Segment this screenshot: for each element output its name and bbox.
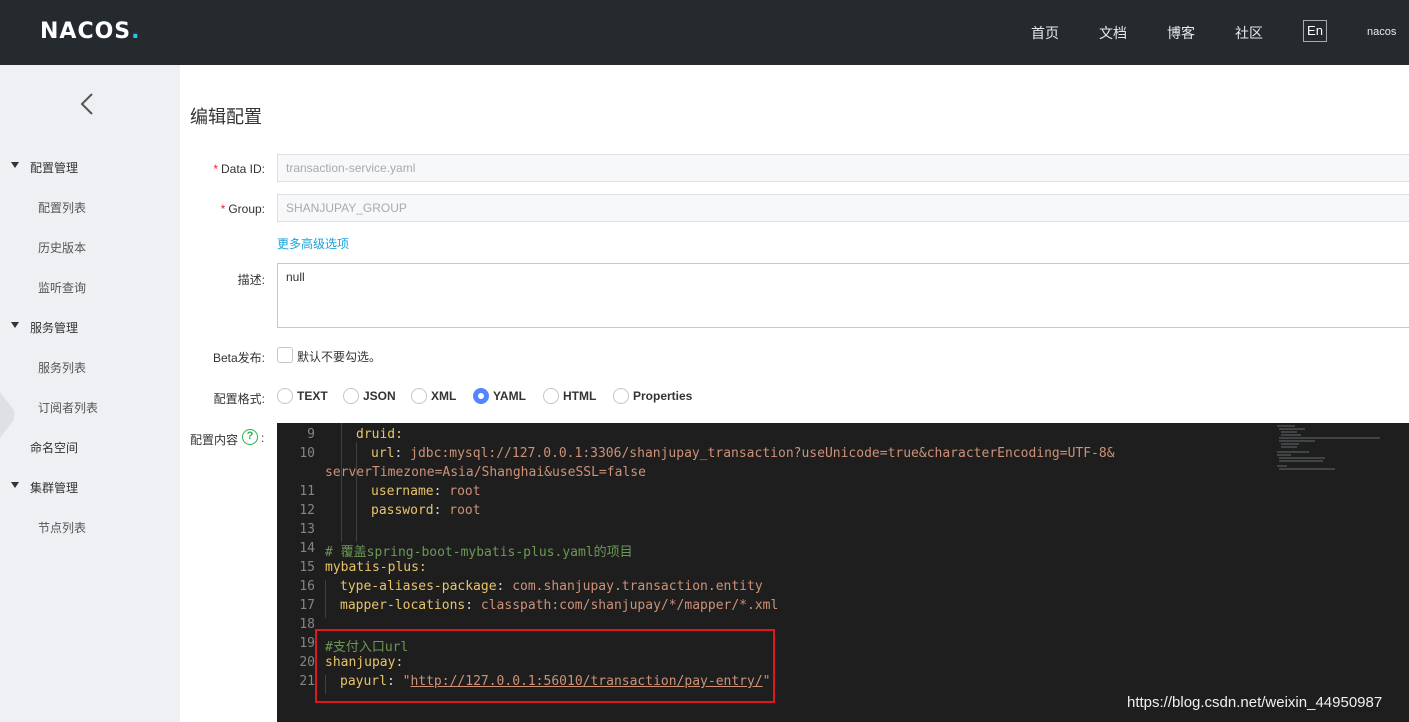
line-number: 16 — [299, 579, 315, 594]
code-comment: # 覆盖spring-boot-mybatis-plus.yaml的项目 — [325, 545, 633, 560]
beta-checkbox[interactable] — [277, 347, 293, 363]
expand-triangle-icon[interactable] — [11, 162, 19, 168]
line-number: 11 — [299, 484, 315, 499]
line-number: 18 — [299, 617, 315, 632]
content-label: 配置内容 — [190, 433, 239, 447]
nav-docs[interactable]: 文档 — [1099, 23, 1127, 43]
nacos-logo[interactable]: NACOS. — [40, 19, 141, 44]
line-number: 17 — [299, 598, 315, 613]
code-line-wrapped: serverTimezone=Asia/Shanghai&useSSL=fals… — [325, 465, 646, 480]
sidebar-item-namespace[interactable]: 命名空间 — [30, 439, 78, 456]
format-label-html: HTML — [563, 389, 597, 403]
format-radio-xml[interactable] — [411, 388, 427, 404]
format-radio-properties[interactable] — [613, 388, 629, 404]
code-line: type-aliases-package: com.shanjupay.tran… — [340, 579, 763, 594]
format-label-xml: XML — [431, 389, 457, 403]
sidebar-group-cluster[interactable]: 集群管理 — [30, 479, 78, 496]
description-label: 描述: — [237, 273, 265, 287]
beta-label: Beta发布: — [212, 351, 265, 365]
beta-checkbox-label: 默认不要勾选。 — [297, 350, 382, 364]
line-number: 20 — [299, 655, 315, 670]
highlight-box — [315, 629, 775, 703]
watermark-text: https://blog.csdn.net/weixin_44950987 — [1127, 694, 1383, 711]
sidebar-item-history[interactable]: 历史版本 — [38, 239, 86, 256]
line-number: 14 — [299, 541, 315, 556]
code-line: mybatis-plus: — [325, 560, 427, 575]
advanced-options-link[interactable]: 更多高级选项 — [277, 235, 349, 252]
indent-guide — [341, 423, 342, 542]
sidebar-item-config-list[interactable]: 配置列表 — [38, 199, 86, 216]
user-name[interactable]: nacos — [1367, 26, 1396, 38]
nav-blog[interactable]: 博客 — [1167, 23, 1195, 43]
data-id-input[interactable]: transaction-service.yaml — [277, 154, 1409, 182]
expand-triangle-icon[interactable] — [11, 322, 19, 328]
line-number: 10 — [299, 446, 315, 461]
group-label: * Group: — [220, 202, 265, 216]
sidebar-group-config[interactable]: 配置管理 — [30, 159, 78, 176]
format-radio-json[interactable] — [343, 388, 359, 404]
required-mark: * — [220, 202, 226, 216]
format-label-json: JSON — [363, 389, 396, 403]
group-input[interactable]: SHANJUPAY_GROUP — [277, 194, 1409, 222]
line-number: 9 — [307, 427, 315, 442]
line-number: 15 — [299, 560, 315, 575]
code-line: mapper-locations: classpath:com/shanjupa… — [340, 598, 779, 613]
description-textarea[interactable]: null — [277, 263, 1409, 328]
required-mark: * — [213, 162, 218, 176]
nav-home[interactable]: 首页 — [1031, 23, 1059, 43]
line-number: 19 — [299, 636, 315, 651]
format-label-properties: Properties — [633, 389, 693, 403]
format-radio-html[interactable] — [543, 388, 559, 404]
format-radio-yaml[interactable] — [473, 388, 489, 404]
editor-minimap[interactable] — [1275, 424, 1395, 474]
sidebar-item-service-list[interactable]: 服务列表 — [38, 359, 86, 376]
top-navbar: NACOS. 首页 文档 博客 社区 En nacos — [0, 0, 1409, 65]
logo-text: NACOS — [40, 19, 132, 44]
indent-guide — [356, 442, 357, 542]
help-icon[interactable]: ? — [242, 429, 258, 445]
code-line: password: root — [371, 503, 481, 518]
logo-dot: . — [131, 19, 141, 44]
line-number: 12 — [299, 503, 315, 518]
sidebar-item-subscriber-list[interactable]: 订阅者列表 — [38, 399, 98, 416]
line-number: 21 — [299, 674, 315, 689]
indent-guide — [325, 580, 326, 618]
format-label-text: TEXT — [297, 389, 328, 403]
expand-triangle-icon[interactable] — [11, 482, 19, 488]
code-line: druid: — [356, 427, 403, 442]
data-id-label: * Data ID: — [213, 162, 265, 176]
code-line: username: root — [371, 484, 481, 499]
line-number: 13 — [299, 522, 315, 537]
code-line: url: jdbc:mysql://127.0.0.1:3306/shanjup… — [371, 446, 1115, 461]
page-title: 编辑配置 — [190, 107, 262, 127]
content-label-colon: : — [261, 431, 265, 445]
format-label-yaml: YAML — [493, 389, 526, 403]
sidebar-item-node-list[interactable]: 节点列表 — [38, 519, 86, 536]
collapse-sidebar-icon[interactable] — [78, 92, 96, 116]
language-toggle-button[interactable]: En — [1303, 20, 1327, 42]
sidebar-item-listener-query[interactable]: 监听查询 — [38, 279, 86, 296]
format-radio-text[interactable] — [277, 388, 293, 404]
sidebar-group-service[interactable]: 服务管理 — [30, 319, 78, 336]
nav-community[interactable]: 社区 — [1235, 23, 1263, 43]
format-label: 配置格式: — [213, 392, 265, 406]
